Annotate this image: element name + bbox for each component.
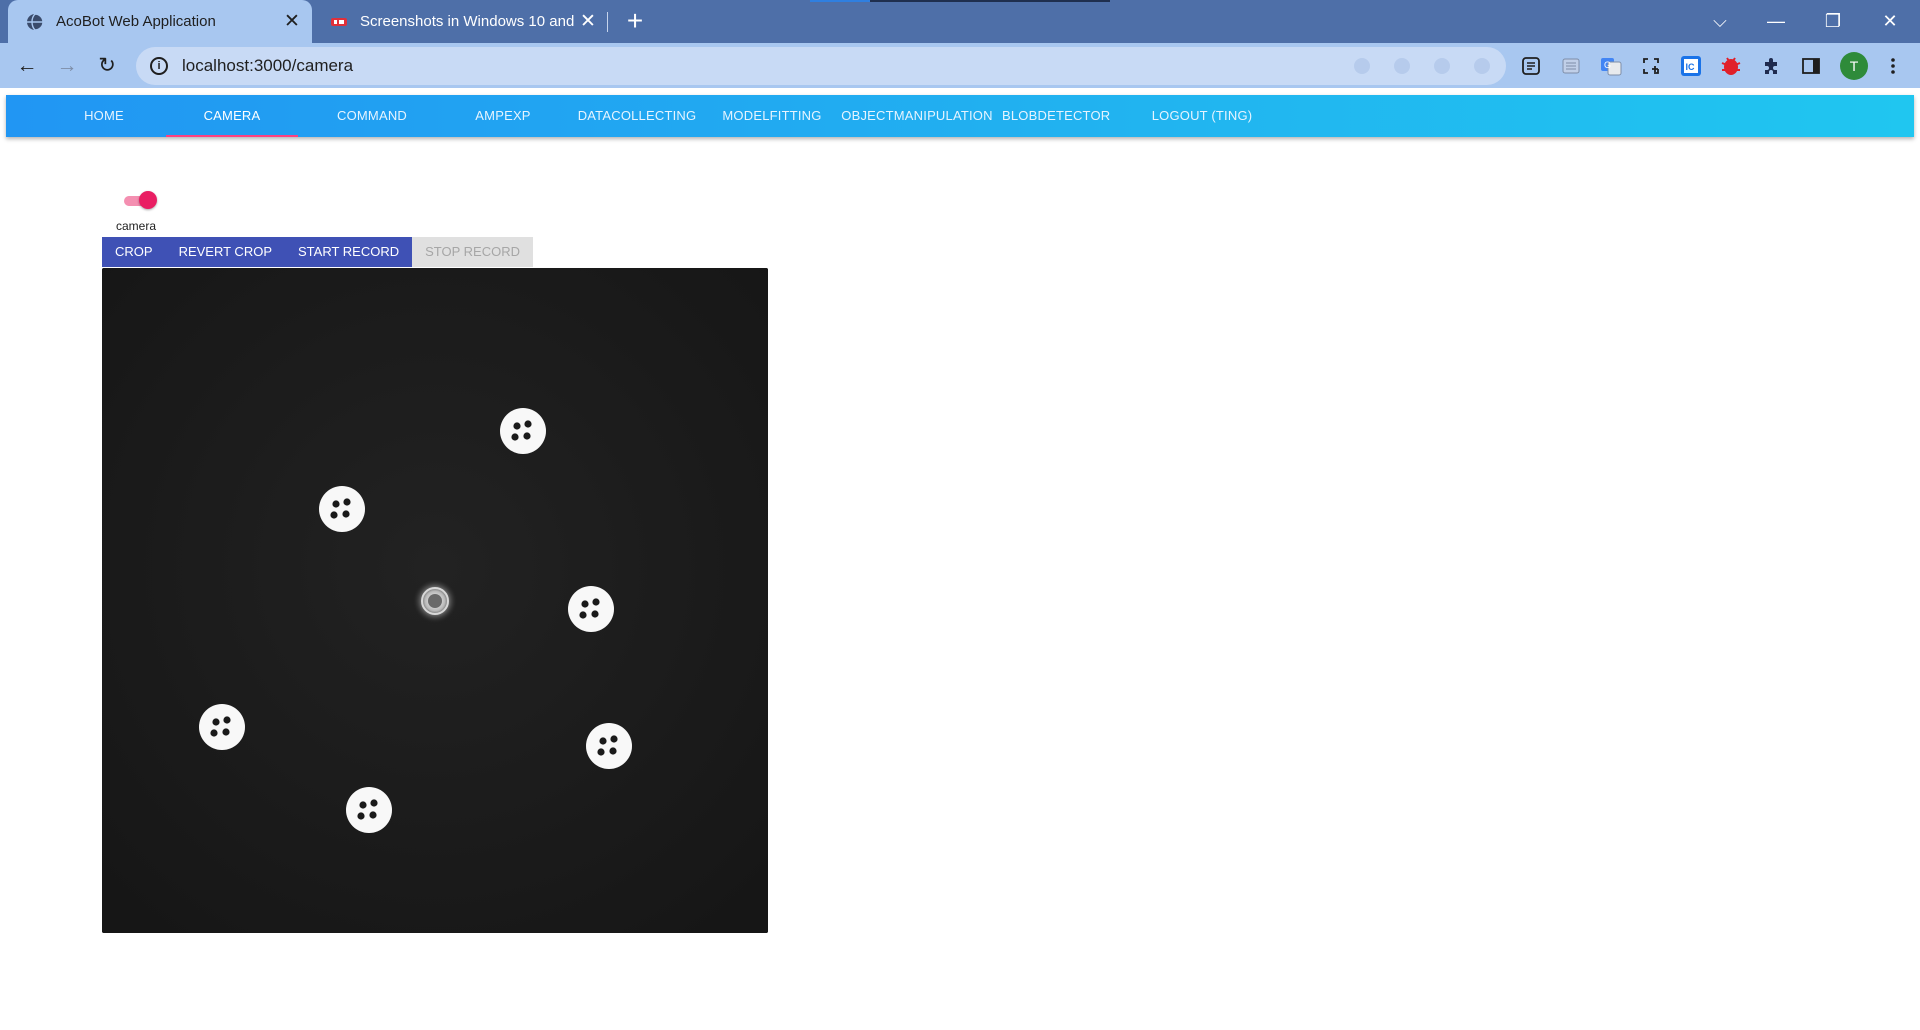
nav-objectmanipulation[interactable]: OBJECTMANIPULATION <box>840 95 994 137</box>
restore-icon[interactable]: ❐ <box>1813 6 1853 36</box>
close-tab-icon[interactable]: ✕ <box>278 10 306 33</box>
extension-ic-icon[interactable]: IC <box>1678 53 1704 79</box>
svg-text:G: G <box>1604 60 1611 70</box>
revert-crop-button[interactable]: REVERT CROP <box>165 237 285 267</box>
address-bar[interactable]: i localhost:3000/camera <box>136 47 1506 85</box>
browser-toolbar: ← → ↻ i localhost:3000/camera G IC T <box>0 43 1920 88</box>
window-close-icon[interactable]: ✕ <box>1870 6 1910 36</box>
site-info-icon[interactable]: i <box>150 57 168 75</box>
nav-label: DATACOLLECTING <box>577 108 697 123</box>
nav-label: LOGOUT (TING) <box>1151 108 1253 123</box>
extension-screenshot-icon[interactable] <box>1638 53 1664 79</box>
nav-label: OBJECTMANIPULATION <box>841 108 993 123</box>
new-tab-icon[interactable]: + <box>618 5 652 39</box>
nav-label: HOME <box>84 108 124 123</box>
extension-bug-icon[interactable] <box>1718 53 1744 79</box>
marker-blob <box>199 704 245 750</box>
camera-toggle-label: camera <box>116 219 157 233</box>
back-icon[interactable]: ← <box>9 48 45 84</box>
nav-label: CAMERA <box>203 108 261 123</box>
start-record-button[interactable]: START RECORD <box>285 237 413 267</box>
camera-image <box>102 268 768 933</box>
extensions-puzzle-icon[interactable] <box>1758 53 1784 79</box>
translate-page-icon[interactable] <box>1394 58 1410 74</box>
tab-loading-track <box>870 0 1110 2</box>
tab-search-icon[interactable]: ⌵ <box>1700 6 1740 36</box>
camera-feed[interactable] <box>102 268 768 933</box>
share-icon[interactable] <box>1434 58 1450 74</box>
stop-record-button: STOP RECORD <box>412 237 533 267</box>
nav-label: BLOBDETECTOR <box>1002 108 1111 123</box>
extension-reader-icon[interactable] <box>1518 53 1544 79</box>
browser-tab-strip: AcoBot Web Application ✕ Screenshots in … <box>0 0 1920 43</box>
svg-text:IC: IC <box>1686 62 1696 72</box>
marker-blob <box>319 486 365 532</box>
address-url: localhost:3000/camera <box>182 56 354 75</box>
forward-icon[interactable]: → <box>49 48 85 84</box>
tab-loading-bar <box>810 0 870 2</box>
toggle-thumb <box>139 191 157 209</box>
nav-label: AMPEXP <box>475 108 531 123</box>
crop-button[interactable]: CROP <box>102 237 166 267</box>
tab-acobot[interactable]: AcoBot Web Application ✕ <box>8 0 312 43</box>
site-logo-icon <box>331 17 347 26</box>
nav-datacollecting[interactable]: DATACOLLECTING <box>572 95 702 137</box>
nav-home[interactable]: HOME <box>66 95 142 137</box>
nav-camera[interactable]: CAMERA <box>166 95 298 137</box>
nav-logout[interactable]: LOGOUT (TING) <box>1140 95 1264 137</box>
close-tab-icon[interactable]: ✕ <box>574 10 602 33</box>
tab-divider <box>607 12 608 32</box>
marker-blob <box>586 723 632 769</box>
browser-menu-icon[interactable] <box>1880 53 1906 79</box>
nav-label: MODELFITTING <box>722 108 822 123</box>
camera-toggle-switch[interactable] <box>124 191 158 209</box>
camera-action-buttons: CROP REVERT CROP START RECORD STOP RECOR… <box>102 237 533 267</box>
tab-title: AcoBot Web Application <box>56 13 216 30</box>
globe-icon <box>27 12 44 31</box>
extension-translate-icon[interactable]: G <box>1598 53 1624 79</box>
extension-list-icon[interactable] <box>1558 53 1584 79</box>
marker-blob <box>568 586 614 632</box>
marker-blob <box>346 787 392 833</box>
profile-avatar[interactable]: T <box>1840 52 1868 80</box>
app-navbar: HOME CAMERA COMMAND AMPEXP DATACOLLECTIN… <box>6 95 1914 137</box>
nav-label: COMMAND <box>336 108 407 123</box>
tab-screenshots[interactable]: Screenshots in Windows 10 and \ ✕ <box>312 0 608 43</box>
nav-modelfitting[interactable]: MODELFITTING <box>714 95 830 137</box>
nav-command[interactable]: COMMAND <box>324 95 420 137</box>
active-tab-indicator <box>166 135 298 137</box>
center-object <box>413 579 457 623</box>
minimize-icon[interactable]: — <box>1756 6 1796 36</box>
key-icon[interactable] <box>1354 58 1370 74</box>
reload-icon[interactable]: ↻ <box>89 48 125 84</box>
bookmark-star-icon[interactable] <box>1474 58 1490 74</box>
tab-title: Screenshots in Windows 10 and \ <box>360 13 574 30</box>
nav-blobdetector[interactable]: BLOBDETECTOR <box>1002 95 1111 137</box>
side-panel-icon[interactable] <box>1798 53 1824 79</box>
nav-ampexp[interactable]: AMPEXP <box>462 95 544 137</box>
marker-blob <box>500 408 546 454</box>
